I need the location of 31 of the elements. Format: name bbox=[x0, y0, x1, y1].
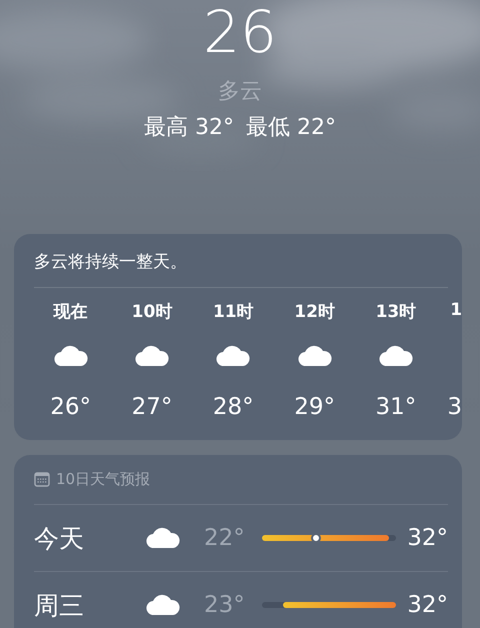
day-label: 今天 bbox=[34, 522, 85, 554]
hour-label: 1 bbox=[450, 300, 462, 322]
high-temperature: 32° bbox=[407, 525, 448, 551]
high-temperature: 最高 32° bbox=[144, 114, 234, 142]
day-label: 周三 bbox=[34, 590, 85, 622]
low-temperature: 22° bbox=[204, 525, 246, 551]
hour-temperature: 3 bbox=[447, 394, 462, 420]
low-temperature: 23° bbox=[204, 592, 246, 618]
cloud-icon bbox=[216, 345, 250, 367]
cloud-icon bbox=[378, 345, 413, 367]
current-temperature: 26 bbox=[203, 2, 277, 63]
cloud-icon bbox=[54, 345, 88, 367]
hour-temperature: 27° bbox=[132, 394, 172, 420]
low-temperature: 最低 22° bbox=[246, 114, 336, 142]
hour-temperature: 29° bbox=[294, 394, 335, 420]
hour-temperature: 28° bbox=[212, 394, 254, 420]
hour-label: 10时 bbox=[132, 301, 172, 324]
high-temperature: 32° bbox=[407, 592, 448, 618]
forecast-summary: 多云将持续一整天。 bbox=[34, 234, 448, 288]
hour-label: 13时 bbox=[376, 301, 416, 324]
hour-temperature: 31° bbox=[376, 394, 416, 420]
section-title: 10日天气预报 bbox=[56, 470, 150, 489]
cloud-icon bbox=[134, 345, 169, 367]
cloud-icon bbox=[298, 345, 332, 367]
calendar-icon bbox=[34, 472, 50, 487]
cloud-icon bbox=[146, 594, 180, 616]
hour-label: 12时 bbox=[294, 301, 335, 324]
hour-temperature: 26° bbox=[50, 394, 92, 420]
cloud-icon bbox=[146, 527, 180, 549]
hour-label: 11时 bbox=[212, 301, 254, 324]
hour-label: 现在 bbox=[54, 301, 88, 324]
